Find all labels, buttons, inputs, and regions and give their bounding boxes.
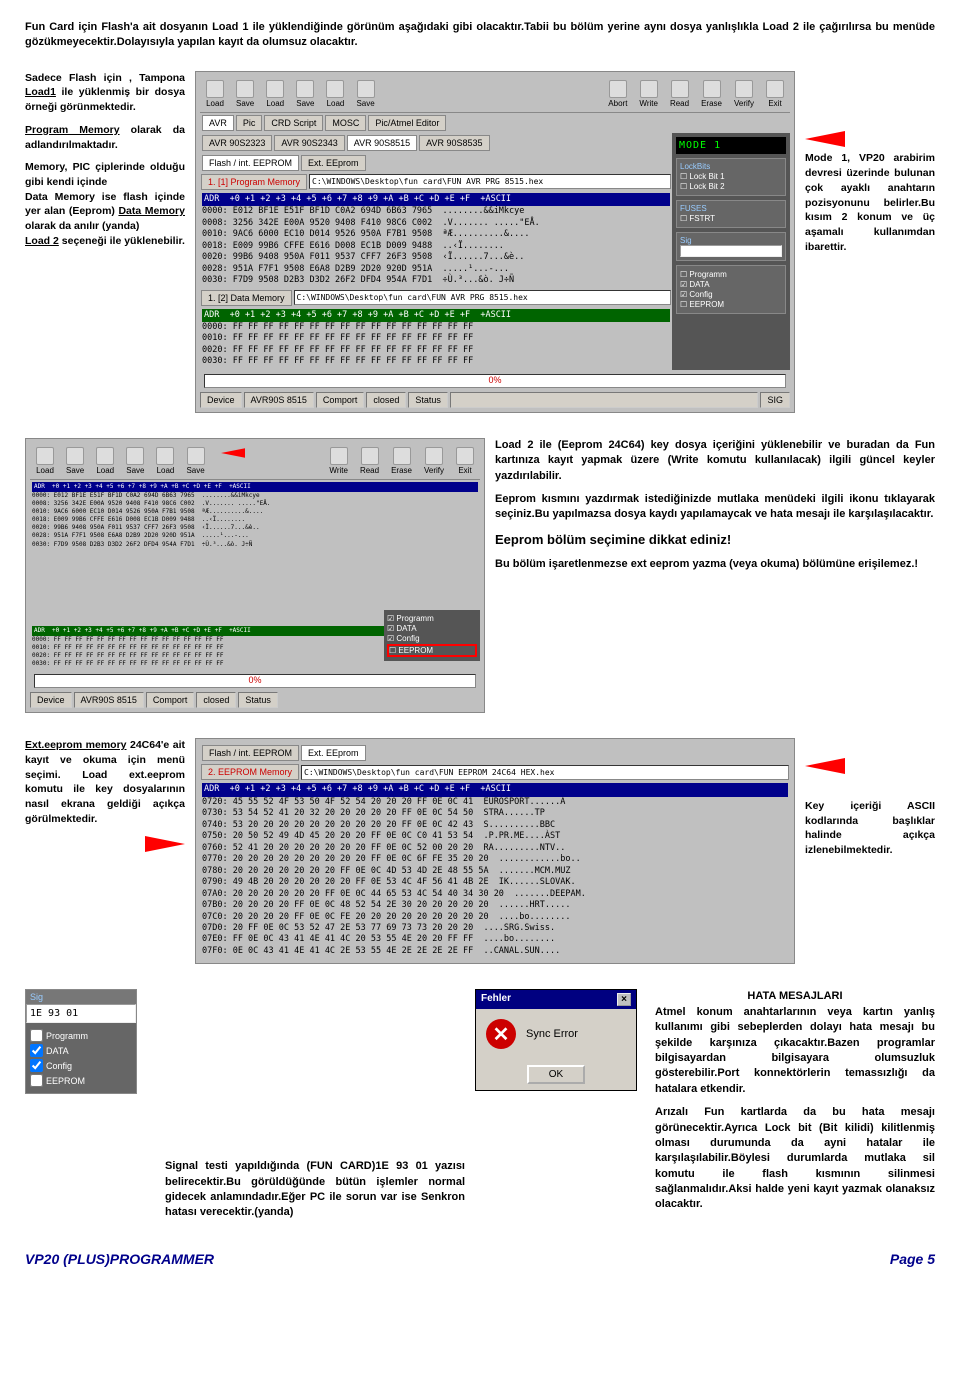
tab-pic[interactable]: Pic bbox=[236, 115, 263, 131]
s4-right: HATA MESAJLARI Atmel konum anahtarlarını… bbox=[655, 989, 935, 1220]
status-bar: DeviceAVR90S 8515 Comportclosed StatusSI… bbox=[200, 392, 790, 408]
load-icon bbox=[266, 80, 284, 98]
dialog-title: Fehler bbox=[481, 993, 511, 1006]
data-mem-label: 1. [2] Data Memory bbox=[201, 290, 292, 306]
tab-exteeprom-2[interactable]: Ext. EEprom bbox=[301, 745, 366, 761]
toolbar: Load Save Load Save Load Save Abort Writ… bbox=[200, 76, 790, 113]
lock1-checkbox[interactable]: ☐ Lock Bit 1 bbox=[680, 172, 782, 181]
eeprom-path: C:\WINDOWS\Desktop\fun card\FUN EEPROM 2… bbox=[301, 765, 789, 780]
screenshot-1: Load Save Load Save Load Save Abort Writ… bbox=[195, 71, 795, 413]
tab-flash-2[interactable]: Flash / int. EEPROM bbox=[202, 745, 299, 761]
close-icon[interactable]: × bbox=[617, 993, 631, 1006]
eeprom-checkbox[interactable]: ☐ EEPROM bbox=[680, 300, 782, 309]
data-checkbox[interactable]: ☑ DATA bbox=[680, 280, 782, 289]
tab-editor[interactable]: Pic/Atmel Editor bbox=[368, 115, 446, 131]
read-icon bbox=[671, 80, 689, 98]
config-chk[interactable]: Config bbox=[30, 1059, 132, 1072]
hex-view-2: ADR +0 +1 +2 +3 +4 +5 +6 +7 +8 +9 +A +B … bbox=[200, 307, 672, 370]
erase-button[interactable]: Erase bbox=[697, 78, 726, 110]
tab-crd[interactable]: CRD Script bbox=[264, 115, 323, 131]
arrow-icon bbox=[805, 758, 845, 774]
s1-left: Sadece Flash için , Tampona Load1 ile yü… bbox=[25, 71, 185, 413]
progress-bar: 0% bbox=[204, 374, 786, 388]
programm-checkbox[interactable]: ☐ Programm bbox=[680, 270, 782, 279]
fstrt-checkbox[interactable]: ☐ FSTRT bbox=[680, 214, 782, 223]
s1-right: Mode 1, VP20 arabirim devresi üzerinde b… bbox=[805, 71, 935, 413]
abort-icon bbox=[609, 80, 627, 98]
write-icon bbox=[640, 80, 658, 98]
sig-value: 1E 93 01 bbox=[26, 1004, 136, 1023]
data-mem-path: C:\WINDOWS\Desktop\fun card\FUN AVR PRG … bbox=[294, 290, 671, 305]
eeprom-checkbox-hl[interactable]: ☐ EEPROM bbox=[387, 644, 477, 657]
exit-button[interactable]: Exit bbox=[762, 78, 788, 110]
save3-button[interactable]: Save bbox=[352, 78, 378, 110]
screenshot-2: Load Save Load Save Load Save Write Read… bbox=[25, 438, 485, 713]
tab-2323[interactable]: AVR 90S2323 bbox=[202, 135, 272, 151]
arrow-icon bbox=[221, 448, 245, 458]
arrow-icon bbox=[145, 836, 185, 852]
error-icon: ✕ bbox=[486, 1019, 516, 1049]
load3-button[interactable]: Load bbox=[322, 78, 348, 110]
eeprom-chk[interactable]: EEPROM bbox=[30, 1074, 132, 1087]
data-chk[interactable]: DATA bbox=[30, 1044, 132, 1057]
footer: VP20 (PLUS)PROGRAMMER Page 5 bbox=[25, 1251, 935, 1267]
tab-8535[interactable]: AVR 90S8535 bbox=[419, 135, 489, 151]
verify-icon bbox=[735, 80, 753, 98]
verify-button[interactable]: Verify bbox=[730, 78, 758, 110]
sig-text: Signal testi yapıldığında (FUN CARD)1E 9… bbox=[165, 1159, 465, 1221]
tab-mosc[interactable]: MOSC bbox=[325, 115, 366, 131]
programm-chk[interactable]: Programm bbox=[30, 1029, 132, 1042]
ok-button[interactable]: OK bbox=[527, 1065, 585, 1084]
save-icon bbox=[296, 80, 314, 98]
save-icon bbox=[236, 80, 254, 98]
error-dialog: Fehler × ✕ Sync Error OK bbox=[475, 989, 637, 1091]
tab-exteeprom[interactable]: Ext. EEprom bbox=[301, 155, 366, 171]
abort-button[interactable]: Abort bbox=[604, 78, 631, 110]
s3-right: Key içeriği ASCII kodlarında başlıklar h… bbox=[805, 738, 935, 964]
s2-text: Load 2 ile (Eeprom 24C64) key dosya içer… bbox=[495, 438, 935, 713]
erase-icon bbox=[703, 80, 721, 98]
load-icon bbox=[206, 80, 224, 98]
save-icon bbox=[357, 80, 375, 98]
lock2-checkbox[interactable]: ☐ Lock Bit 2 bbox=[680, 182, 782, 191]
load-button[interactable]: Load bbox=[202, 78, 228, 110]
s3-left: Ext.eeprom memory 24C64'e ait kayıt ve o… bbox=[25, 738, 185, 964]
prog-mem-label: 1. [1] Program Memory bbox=[201, 174, 307, 190]
mode-display: MODE 1 bbox=[676, 137, 786, 154]
hex-view-1: ADR +0 +1 +2 +3 +4 +5 +6 +7 +8 +9 +A +B … bbox=[200, 191, 672, 289]
screenshot-3: Flash / int. EEPROM Ext. EEprom 2. EEPRO… bbox=[195, 738, 795, 964]
eeprom-mem-label: 2. EEPROM Memory bbox=[201, 764, 299, 780]
load-icon bbox=[326, 80, 344, 98]
sig-panel: Sig 1E 93 01 Programm DATA Config EEPROM bbox=[25, 989, 137, 1094]
save-button[interactable]: Save bbox=[232, 78, 258, 110]
error-msg: Sync Error bbox=[526, 1028, 578, 1040]
tab-avr[interactable]: AVR bbox=[202, 115, 234, 131]
tab-8515[interactable]: AVR 90S8515 bbox=[347, 135, 417, 151]
load2-button[interactable]: Load bbox=[262, 78, 288, 110]
arrow-icon bbox=[805, 131, 845, 147]
save2-button[interactable]: Save bbox=[292, 78, 318, 110]
tab-flash[interactable]: Flash / int. EEPROM bbox=[202, 155, 299, 171]
exit-icon bbox=[766, 80, 784, 98]
write-button[interactable]: Write bbox=[635, 78, 662, 110]
read-button[interactable]: Read bbox=[666, 78, 693, 110]
tab-2343[interactable]: AVR 90S2343 bbox=[274, 135, 344, 151]
config-checkbox[interactable]: ☑ Config bbox=[680, 290, 782, 299]
hex-view-eeprom: ADR +0 +1 +2 +3 +4 +5 +6 +7 +8 +9 +A +B … bbox=[200, 781, 790, 959]
intro-text: Fun Card için Flash'a ait dosyanın Load … bbox=[25, 20, 935, 51]
prog-mem-path: C:\WINDOWS\Desktop\fun card\FUN AVR PRG … bbox=[309, 174, 671, 189]
side-panel: MODE 1 LockBits ☐ Lock Bit 1 ☐ Lock Bit … bbox=[672, 133, 790, 370]
